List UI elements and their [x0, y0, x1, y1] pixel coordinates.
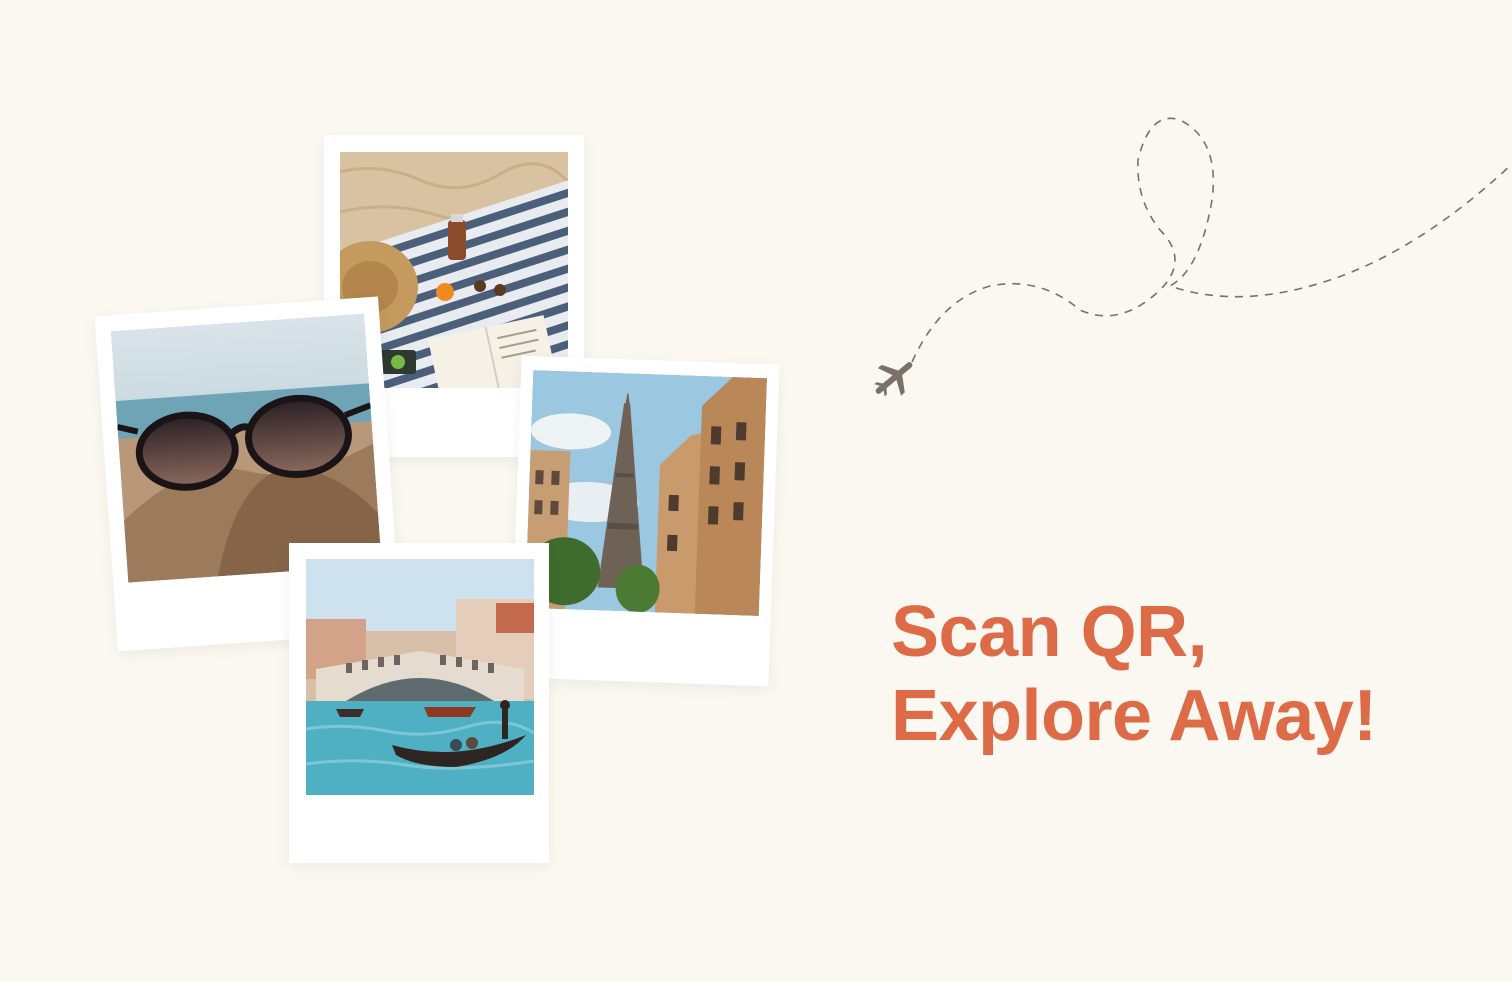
photo-venice-canal [306, 559, 534, 795]
photo-paris-eiffel-tower [524, 370, 768, 617]
dashed-flight-path [874, 117, 1512, 397]
polaroid-venice [289, 543, 549, 863]
polaroid-paris [510, 355, 780, 687]
headline-line-2: Explore Away! [891, 676, 1377, 756]
promo-banner: Scan QR, Explore Away! [0, 0, 1512, 982]
headline: Scan QR, Explore Away! [891, 590, 1491, 758]
headline-line-1: Scan QR, [891, 592, 1208, 672]
